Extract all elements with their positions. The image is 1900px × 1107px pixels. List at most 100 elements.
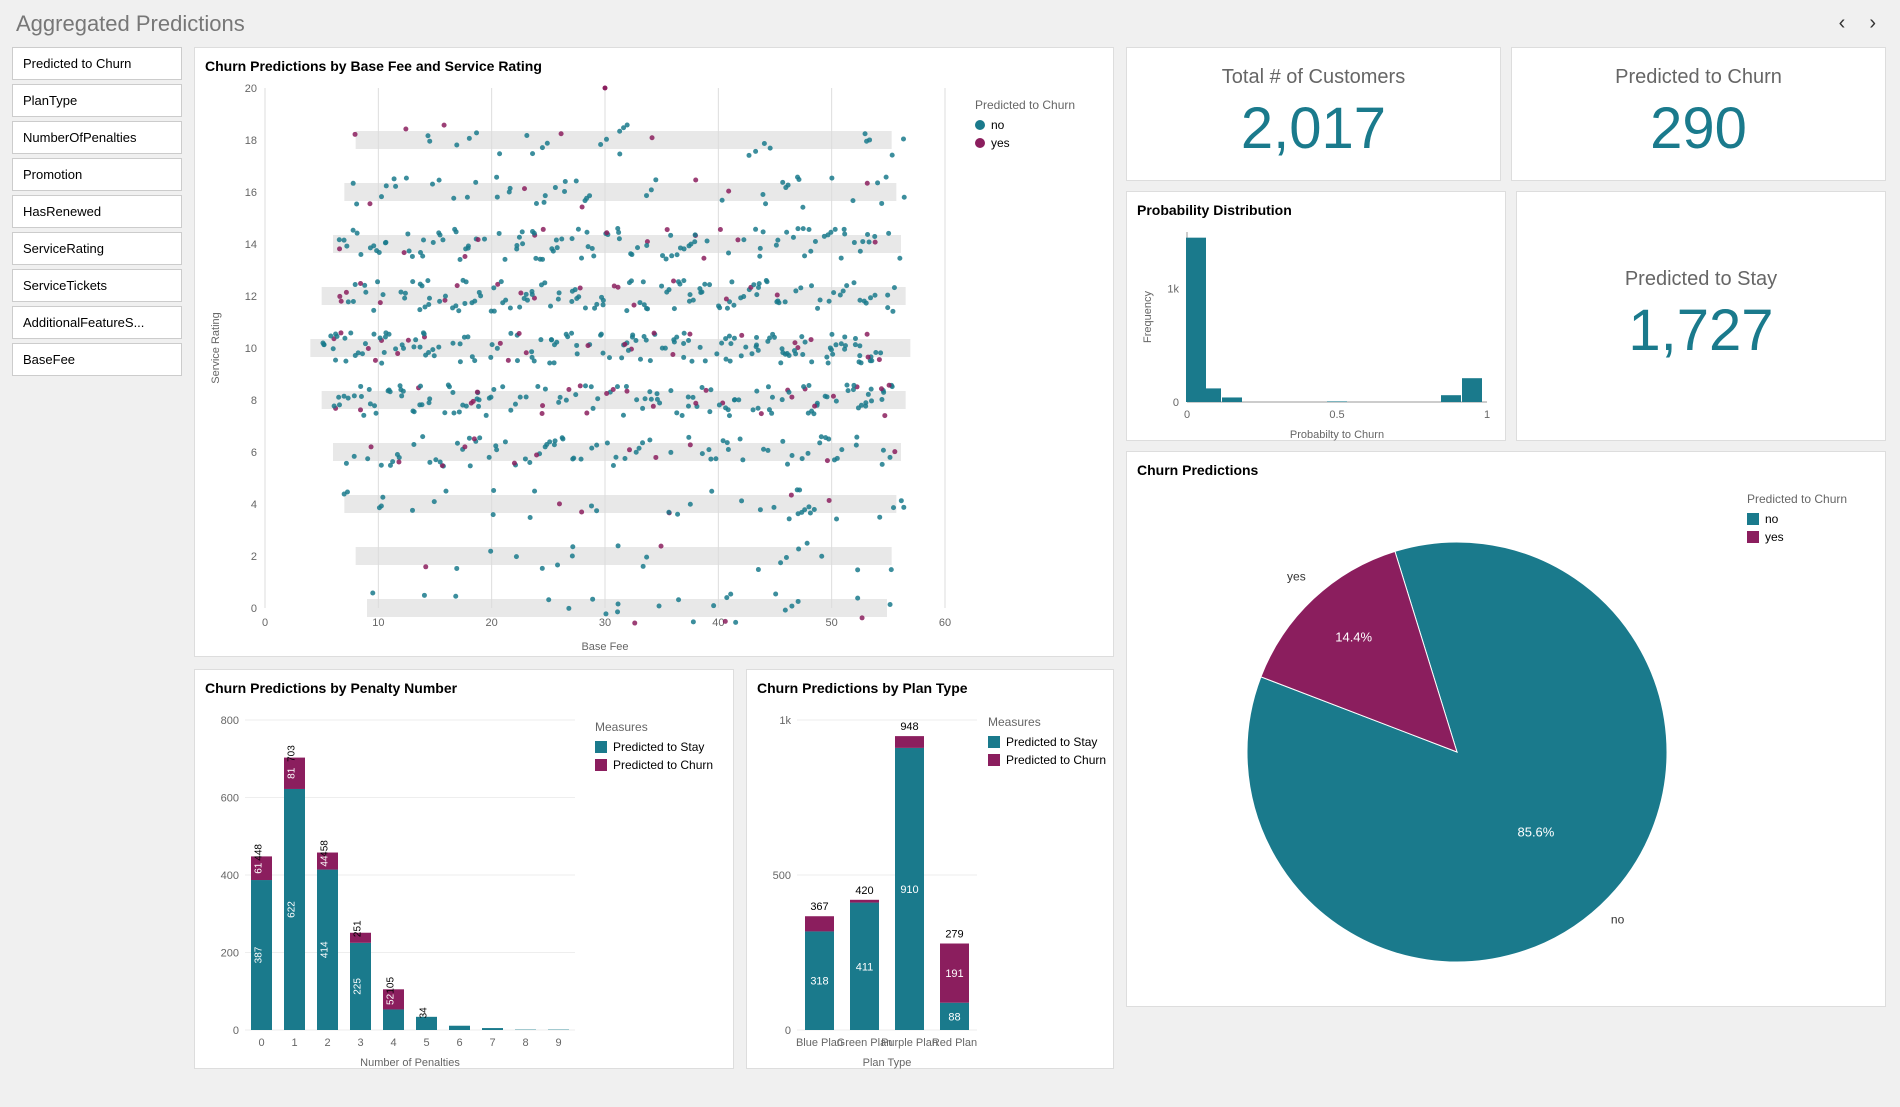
svg-text:420: 420 bbox=[855, 885, 873, 897]
scatter-legend-title: Predicted to Churn bbox=[975, 98, 1075, 112]
svg-text:1k: 1k bbox=[1167, 284, 1179, 296]
svg-text:Plan Type: Plan Type bbox=[863, 1057, 912, 1069]
svg-text:200: 200 bbox=[221, 948, 239, 960]
svg-text:448: 448 bbox=[254, 844, 265, 861]
svg-text:600: 600 bbox=[221, 793, 239, 805]
penalty-card: Churn Predictions by Penalty Number 0 200… bbox=[194, 669, 734, 1069]
prev-button[interactable]: ‹ bbox=[1831, 8, 1854, 39]
svg-text:14: 14 bbox=[245, 239, 257, 251]
svg-text:318: 318 bbox=[810, 976, 828, 988]
svg-text:Purple Plan: Purple Plan bbox=[881, 1037, 938, 1049]
legend-sq-churn-icon bbox=[595, 759, 607, 771]
filter-hasrenewed[interactable]: HasRenewed bbox=[12, 195, 182, 228]
pie-legend: Predicted to Churn no yes bbox=[1747, 492, 1847, 1002]
scatter-chart: 010203040506002468101214161820Base FeeSe… bbox=[205, 78, 965, 658]
svg-text:20: 20 bbox=[245, 83, 257, 95]
svg-text:800: 800 bbox=[221, 715, 239, 727]
svg-text:12: 12 bbox=[245, 291, 257, 303]
svg-text:225: 225 bbox=[353, 978, 364, 995]
page-title: Aggregated Predictions bbox=[16, 11, 245, 37]
penalty-legend-title: Measures bbox=[595, 720, 713, 734]
svg-text:6: 6 bbox=[251, 447, 257, 459]
svg-text:105: 105 bbox=[386, 977, 397, 994]
svg-text:400: 400 bbox=[221, 870, 239, 882]
plan-legend-stay-icon bbox=[988, 736, 1000, 748]
filter-numberofpenalties[interactable]: NumberOfPenalties bbox=[12, 121, 182, 154]
scatter-title: Churn Predictions by Base Fee and Servic… bbox=[205, 58, 1103, 74]
pie-legend-no-icon bbox=[1747, 513, 1759, 525]
svg-text:414: 414 bbox=[320, 941, 331, 958]
prob-chart: 00.5101kProbabilty to ChurnFrequency bbox=[1137, 222, 1497, 442]
filter-additionalfeatures[interactable]: AdditionalFeatureS... bbox=[12, 306, 182, 339]
penalty-chart: 0200400600800044838761170362281245841444… bbox=[205, 700, 585, 1070]
legend-sq-stay-icon bbox=[595, 741, 607, 753]
svg-text:88: 88 bbox=[948, 1011, 960, 1023]
filter-plantype[interactable]: PlanType bbox=[12, 84, 182, 117]
svg-text:6: 6 bbox=[456, 1037, 462, 1049]
svg-text:Frequency: Frequency bbox=[1142, 291, 1154, 343]
svg-text:0: 0 bbox=[1184, 409, 1190, 421]
svg-text:0: 0 bbox=[233, 1025, 239, 1037]
svg-text:948: 948 bbox=[900, 721, 918, 733]
svg-text:Base Fee: Base Fee bbox=[581, 641, 628, 653]
plan-legend-churn: Predicted to Churn bbox=[1006, 753, 1106, 767]
kpi-churn-value: 290 bbox=[1522, 95, 1875, 162]
filter-promotion[interactable]: Promotion bbox=[12, 158, 182, 191]
svg-text:5: 5 bbox=[423, 1037, 429, 1049]
scatter-card: Churn Predictions by Base Fee and Servic… bbox=[194, 47, 1114, 657]
header-nav: ‹ › bbox=[1831, 8, 1884, 39]
svg-text:1: 1 bbox=[291, 1037, 297, 1049]
prob-card: Probability Distribution 00.5101kProbabi… bbox=[1126, 191, 1506, 441]
prob-title: Probability Distribution bbox=[1137, 202, 1495, 218]
svg-text:0: 0 bbox=[251, 603, 257, 615]
pie-title: Churn Predictions bbox=[1137, 462, 1875, 478]
svg-text:Number of Penalties: Number of Penalties bbox=[360, 1057, 460, 1069]
scatter-legend: Predicted to Churn no yes bbox=[975, 98, 1075, 658]
svg-text:50: 50 bbox=[826, 617, 838, 629]
svg-text:279: 279 bbox=[945, 929, 963, 941]
svg-text:0.5: 0.5 bbox=[1329, 409, 1344, 421]
pie-legend-no: no bbox=[1765, 512, 1778, 526]
kpi-total-value: 2,017 bbox=[1137, 95, 1490, 162]
svg-text:458: 458 bbox=[320, 840, 331, 857]
svg-text:60: 60 bbox=[939, 617, 951, 629]
plan-legend-churn-icon bbox=[988, 754, 1000, 766]
next-button[interactable]: › bbox=[1861, 8, 1884, 39]
svg-text:85.6%: 85.6% bbox=[1517, 824, 1554, 839]
page-header: Aggregated Predictions ‹ › bbox=[0, 0, 1900, 47]
plan-legend: Measures Predicted to Stay Predicted to … bbox=[988, 715, 1106, 771]
svg-text:Probabilty to Churn: Probabilty to Churn bbox=[1290, 429, 1384, 441]
svg-text:411: 411 bbox=[856, 961, 874, 973]
svg-text:4: 4 bbox=[390, 1037, 396, 1049]
kpi-total-label: Total # of Customers bbox=[1137, 66, 1490, 89]
svg-text:2: 2 bbox=[324, 1037, 330, 1049]
svg-text:1k: 1k bbox=[779, 715, 791, 727]
filter-predicted-to-churn[interactable]: Predicted to Churn bbox=[12, 47, 182, 80]
svg-text:10: 10 bbox=[372, 617, 384, 629]
filter-servicetickets[interactable]: ServiceTickets bbox=[12, 269, 182, 302]
legend-no: no bbox=[991, 118, 1004, 132]
pie-legend-yes: yes bbox=[1765, 530, 1784, 544]
svg-text:622: 622 bbox=[287, 901, 298, 918]
kpi-total: Total # of Customers 2,017 bbox=[1126, 47, 1501, 181]
pie-legend-title: Predicted to Churn bbox=[1747, 492, 1847, 506]
svg-text:34: 34 bbox=[419, 1007, 430, 1019]
svg-text:910: 910 bbox=[900, 884, 918, 896]
svg-text:44: 44 bbox=[320, 855, 331, 867]
penalty-title: Churn Predictions by Penalty Number bbox=[205, 680, 723, 696]
svg-text:yes: yes bbox=[1287, 569, 1306, 583]
svg-text:9: 9 bbox=[555, 1037, 561, 1049]
kpi-churn: Predicted to Churn 290 bbox=[1511, 47, 1886, 181]
filter-basefee[interactable]: BaseFee bbox=[12, 343, 182, 376]
svg-text:2: 2 bbox=[251, 551, 257, 563]
svg-text:0: 0 bbox=[258, 1037, 264, 1049]
kpi-churn-label: Predicted to Churn bbox=[1522, 66, 1875, 89]
filter-servicerating[interactable]: ServiceRating bbox=[12, 232, 182, 265]
svg-text:Red Plan: Red Plan bbox=[932, 1037, 977, 1049]
plan-legend-title: Measures bbox=[988, 715, 1106, 729]
svg-text:18: 18 bbox=[245, 135, 257, 147]
svg-text:Service Rating: Service Rating bbox=[210, 312, 222, 384]
pie-legend-yes-icon bbox=[1747, 531, 1759, 543]
legend-stay: Predicted to Stay bbox=[613, 740, 704, 754]
svg-text:16: 16 bbox=[245, 187, 257, 199]
